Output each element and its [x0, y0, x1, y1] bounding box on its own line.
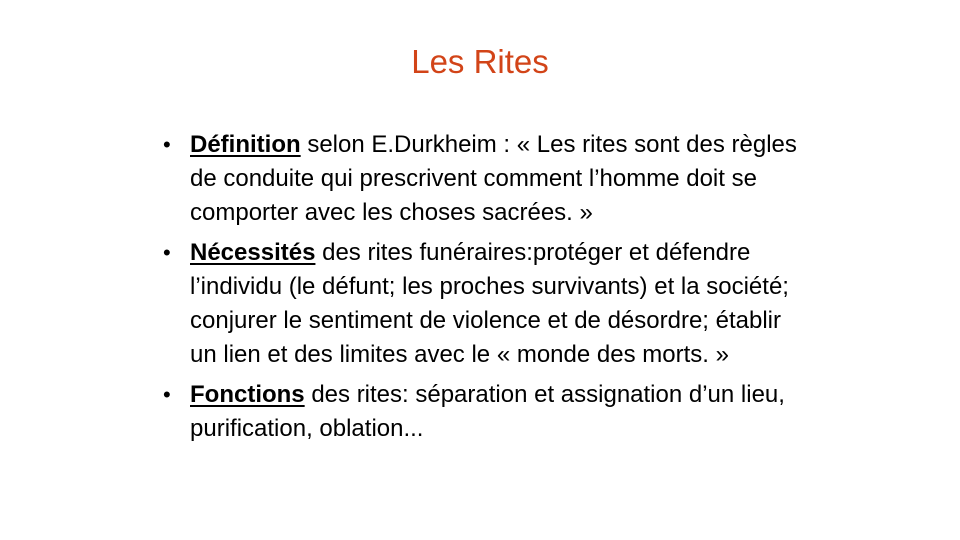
bullet-item-definition: • Définition selon E.Durkheim : « Les ri… — [160, 128, 800, 230]
slide: Les Rites • Définition selon E.Durkheim … — [0, 0, 960, 540]
bullet-item-fonctions: • Fonctions des rites: séparation et ass… — [160, 378, 800, 446]
bullet-list: • Définition selon E.Durkheim : « Les ri… — [160, 128, 800, 452]
slide-title: Les Rites — [411, 43, 549, 80]
bullet-term: Nécessités — [190, 239, 316, 266]
bullet-icon: • — [163, 132, 171, 157]
bullet-term: Fonctions — [190, 381, 305, 408]
bullet-item-necessites: • Nécessités des rites funéraires:protég… — [160, 236, 800, 372]
bullet-icon: • — [163, 240, 171, 265]
bullet-term: Définition — [190, 131, 301, 158]
bullet-icon: • — [163, 382, 171, 407]
